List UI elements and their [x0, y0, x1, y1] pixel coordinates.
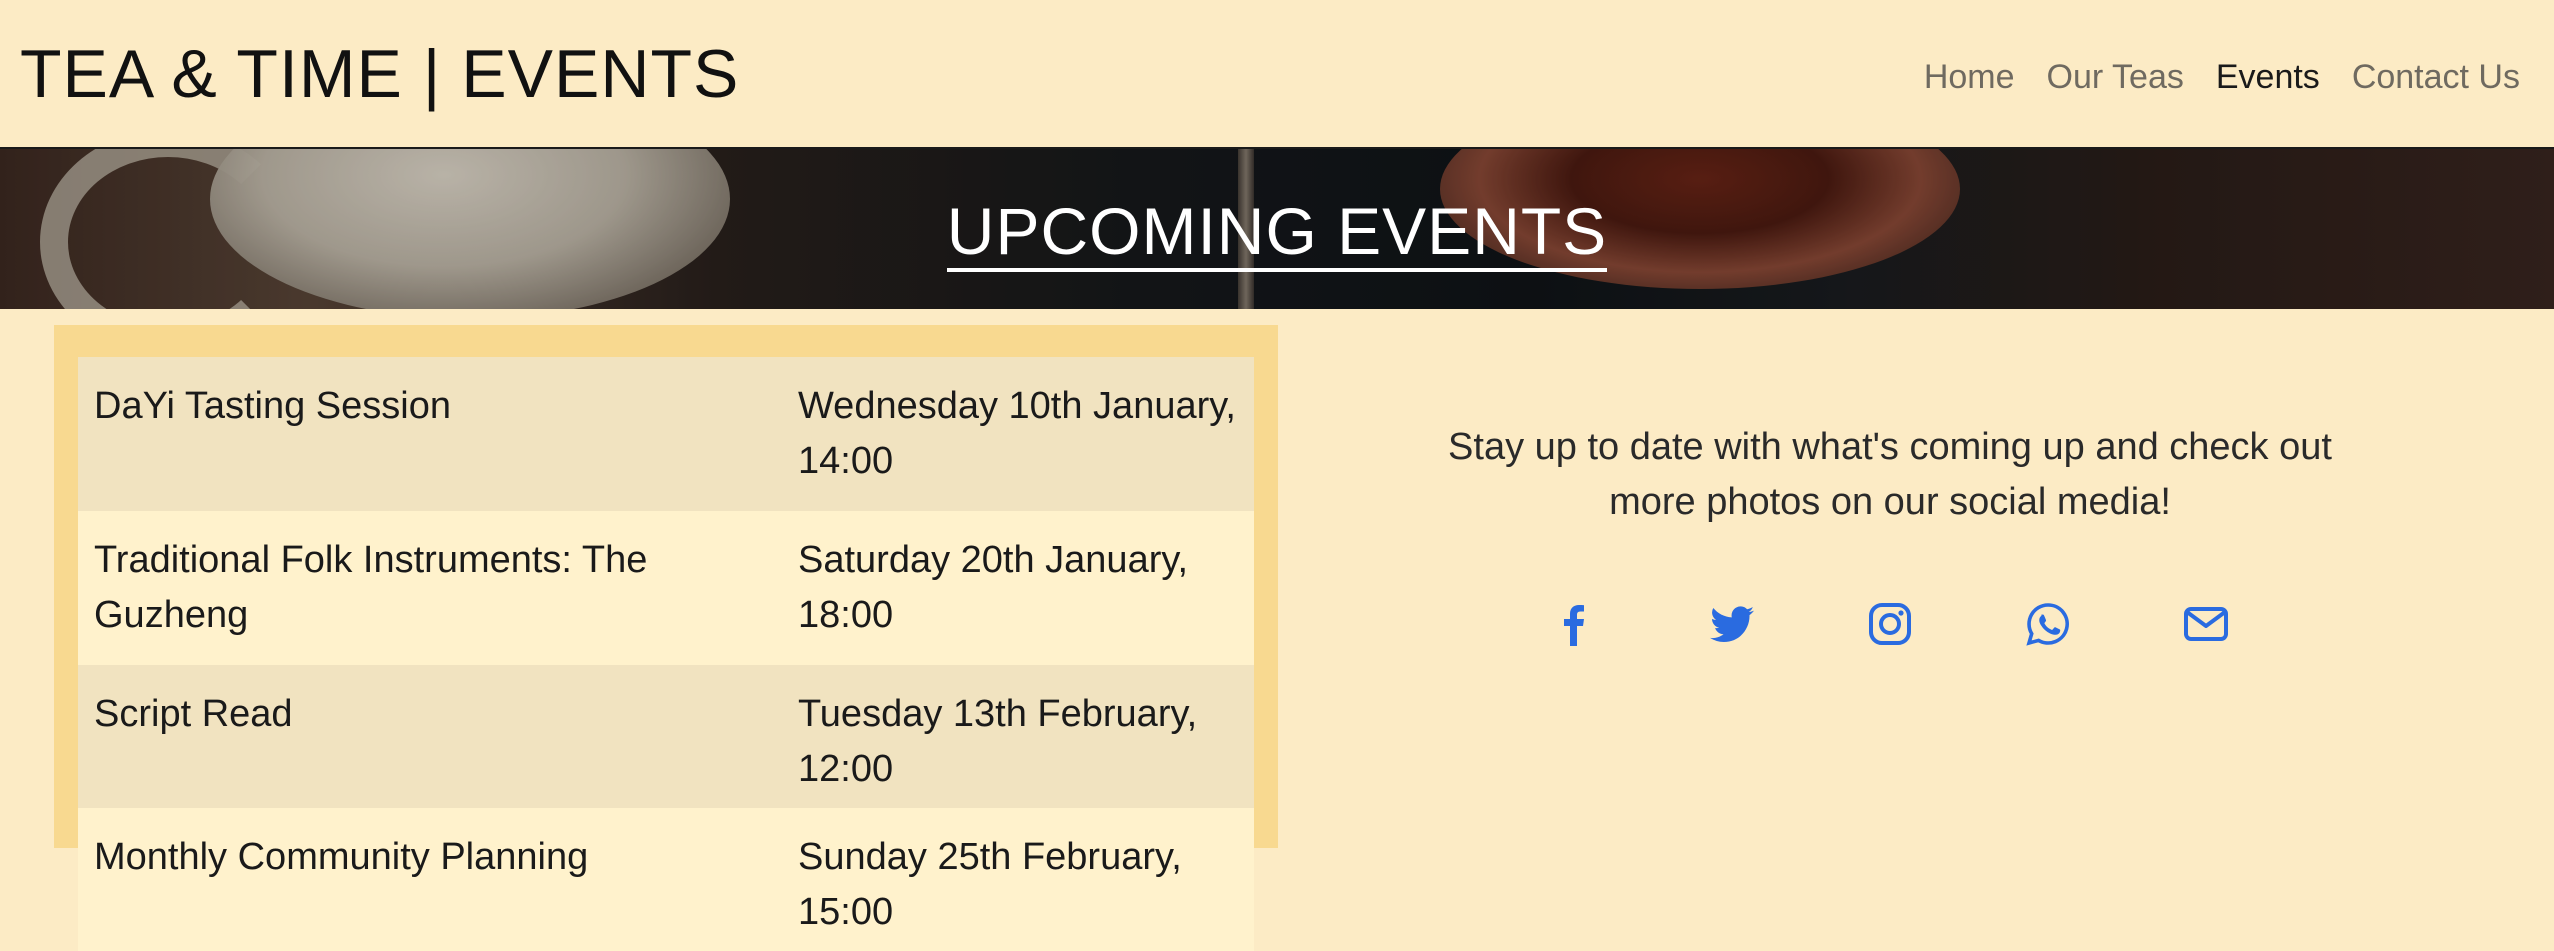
nav-link-contact-us[interactable]: Contact Us — [2352, 52, 2520, 102]
table-row: Script Read Tuesday 13th February, 12:00 — [78, 665, 1254, 808]
whatsapp-icon[interactable] — [2024, 600, 2072, 648]
hero-title-text: UPCOMING EVENTS — [946, 194, 1608, 272]
event-name: Traditional Folk Instruments: The Guzhen… — [78, 511, 782, 665]
hero-banner: UPCOMING EVENTS — [0, 149, 2554, 309]
event-date: Wednesday 10th January, 14:00 — [782, 357, 1254, 511]
main-nav: Home Our Teas Events Contact Us — [1924, 52, 2520, 102]
event-date: Tuesday 13th February, 12:00 — [782, 665, 1254, 808]
social-text: Stay up to date with what's coming up an… — [1448, 426, 2332, 523]
hero-title: UPCOMING EVENTS — [0, 191, 2554, 272]
event-date: Saturday 20th January, 18:00 — [782, 511, 1254, 665]
email-icon[interactable] — [2182, 600, 2230, 648]
social-icons — [1330, 600, 2450, 648]
table-row: DaYi Tasting Session Wednesday 10th Janu… — [78, 357, 1254, 511]
event-name: Monthly Community Planning — [78, 808, 782, 951]
instagram-icon[interactable] — [1866, 600, 1914, 648]
site-title: TEA & TIME | EVENTS — [20, 36, 740, 112]
table-row: Monthly Community Planning Sunday 25th F… — [78, 808, 1254, 951]
social-section: Stay up to date with what's coming up an… — [1330, 420, 2450, 648]
events-table: DaYi Tasting Session Wednesday 10th Janu… — [78, 357, 1254, 951]
nav-link-events[interactable]: Events — [2216, 52, 2320, 102]
event-name: Script Read — [78, 665, 782, 808]
events-table-container: DaYi Tasting Session Wednesday 10th Janu… — [54, 325, 1278, 951]
table-row: Traditional Folk Instruments: The Guzhen… — [78, 511, 1254, 665]
event-name: DaYi Tasting Session — [78, 357, 782, 511]
nav-link-home[interactable]: Home — [1924, 52, 2015, 102]
nav-link-our-teas[interactable]: Our Teas — [2047, 52, 2184, 102]
facebook-icon[interactable] — [1550, 600, 1598, 648]
site-header: TEA & TIME | EVENTS Home Our Teas Events… — [0, 0, 2554, 149]
twitter-icon[interactable] — [1708, 600, 1756, 648]
event-date: Sunday 25th February, 15:00 — [782, 808, 1254, 951]
